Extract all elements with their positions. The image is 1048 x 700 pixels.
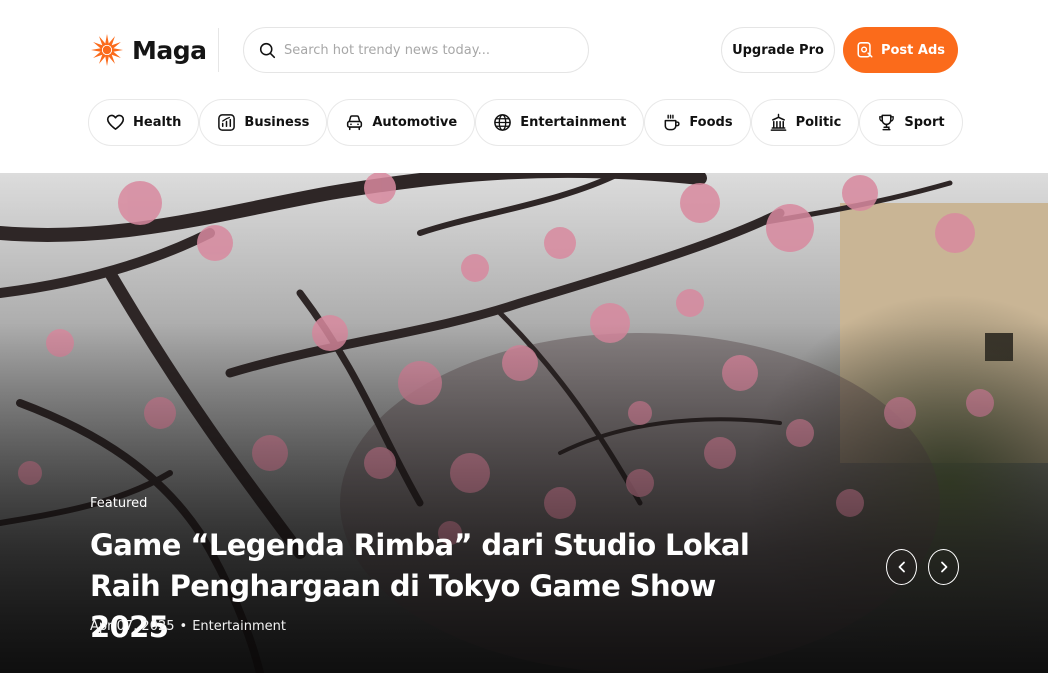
upgrade-pro-button[interactable]: Upgrade Pro [721,27,835,73]
cup-icon [664,114,680,131]
category-foods[interactable]: Foods [644,99,751,146]
category-label: Health [133,115,182,130]
hero-meta: Apr 07, 2025 • Entertainment [90,619,286,634]
category-label: Foods [689,115,733,130]
category-label: Politic [795,115,842,130]
category-entertainment[interactable]: Entertainment [475,99,645,146]
logo-text: Maga [132,35,207,65]
logo[interactable]: Maga [90,30,207,70]
search-input[interactable] [284,42,574,58]
category-politic[interactable]: Politic [750,99,860,146]
slider-next-button[interactable] [928,549,959,585]
category-sport[interactable]: Sport [859,99,963,146]
slider-prev-button[interactable] [886,549,917,585]
category-label: Business [244,115,310,130]
site-header: Maga Upgrade Pro Post Ads [0,0,1048,100]
header-divider [218,28,219,72]
category-automotive[interactable]: Automotive [327,99,476,146]
category-label: Entertainment [520,115,627,130]
category-label: Sport [904,115,945,130]
category-health[interactable]: Health [88,99,200,146]
car-icon [347,115,363,131]
sun-logo-icon [91,34,123,66]
post-ads-label: Post Ads [880,42,946,58]
building-icon [770,113,786,131]
category-label: Automotive [372,115,458,130]
chart-icon [218,114,236,131]
post-ads-icon [857,42,873,58]
featured-hero[interactable]: Featured Game “Legenda Rimba” dari Studi… [0,173,1048,673]
chevron-left-icon [898,561,905,573]
category-nav: Health Business Automotive Entertainment… [88,99,963,147]
post-ads-button[interactable]: Post Ads [843,27,958,73]
chevron-right-icon [940,561,947,573]
trophy-icon [879,114,895,131]
hero-category[interactable]: Entertainment [192,619,286,634]
heart-icon [106,114,125,130]
search-icon [259,42,276,58]
search-bar[interactable] [243,27,589,73]
meta-separator: • [179,619,188,634]
globe-icon [494,114,512,131]
hero-date: Apr 07, 2025 [90,619,175,634]
category-business[interactable]: Business [199,99,328,146]
featured-tag: Featured [90,496,148,511]
